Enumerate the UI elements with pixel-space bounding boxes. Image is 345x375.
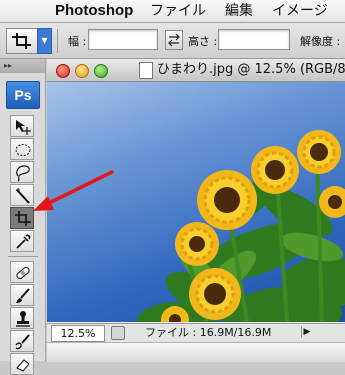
history-brush-icon — [15, 334, 30, 350]
crop-icon — [12, 33, 31, 49]
swap-arrows-icon — [168, 33, 180, 47]
zoom-window-button[interactable] — [94, 64, 108, 78]
document-window: ひまわり.jpg @ 12.5% (RGB/8*) 12.5% ファイル: 1… — [47, 59, 345, 362]
file-size-info: ファイル : 16.9M/16.9M — [145, 326, 272, 339]
height-label: 高さ : — [188, 35, 218, 48]
status-bar: 12.5% ファイル : 16.9M/16.9M ▶ — [47, 323, 345, 342]
document-titlebar[interactable]: ひまわり.jpg @ 12.5% (RGB/8*) — [47, 59, 345, 82]
history-brush-tool[interactable] — [10, 330, 34, 352]
status-info-icon[interactable] — [111, 326, 125, 340]
lasso-icon — [16, 165, 30, 182]
menu-file[interactable]: ファイル — [150, 0, 206, 22]
document-title: ひまわり.jpg @ 12.5% (RGB/8*) — [157, 62, 345, 77]
crop-icon — [15, 211, 31, 226]
menu-image[interactable]: イメージ — [272, 0, 328, 22]
swap-dimensions-button[interactable] — [165, 30, 183, 50]
options-bar: ▼ 幅 : 高さ : 解像度 : — [0, 23, 345, 59]
horizontal-scrollbar[interactable] — [47, 342, 345, 362]
height-field[interactable] — [218, 29, 290, 50]
document-icon — [139, 62, 153, 79]
toolbox-grip[interactable]: ▸▸ — [0, 59, 45, 73]
brush-icon — [16, 288, 30, 303]
width-field[interactable] — [88, 29, 158, 50]
options-divider — [57, 29, 58, 53]
eraser-icon — [16, 359, 30, 372]
close-window-button[interactable] — [56, 64, 70, 78]
eraser-tool[interactable] — [10, 353, 34, 375]
status-menu-arrow-icon[interactable]: ▶ — [301, 326, 312, 338]
bandage-icon — [16, 266, 30, 280]
image-canvas[interactable] — [47, 82, 345, 322]
sunflower-photo — [137, 130, 345, 322]
menu-edit[interactable]: 編集 — [225, 0, 253, 22]
toolbox-divider — [8, 256, 38, 257]
stamp-icon — [16, 311, 30, 327]
clone-stamp-tool[interactable] — [10, 307, 34, 329]
eyedropper-tool[interactable] — [10, 230, 34, 252]
marquee-tool[interactable] — [10, 138, 34, 160]
brush-tool[interactable] — [10, 284, 34, 306]
healing-brush-tool[interactable] — [10, 261, 34, 283]
app-menu[interactable]: Photoshop — [55, 0, 133, 22]
magic-wand-tool[interactable] — [10, 184, 34, 206]
elliptical-marquee-icon — [15, 144, 31, 156]
width-label: 幅 : — [68, 35, 87, 48]
magic-wand-icon — [16, 188, 30, 204]
move-icon — [16, 120, 31, 135]
chevron-down-icon[interactable]: ▼ — [37, 28, 52, 54]
toolbox-panel: ▸▸ Ps — [0, 59, 46, 375]
minimize-window-button[interactable] — [75, 64, 89, 78]
lasso-tool[interactable] — [10, 161, 34, 183]
menu-bar: Photoshop ファイル 編集 イメージ — [0, 0, 345, 23]
move-tool[interactable] — [10, 115, 34, 137]
tool-preset-picker[interactable] — [6, 28, 38, 54]
zoom-level-field[interactable]: 12.5% — [51, 325, 105, 342]
resolution-label: 解像度 : — [300, 35, 341, 48]
crop-tool[interactable] — [10, 207, 34, 229]
photoshop-logo[interactable]: Ps — [6, 81, 40, 109]
eyedropper-icon — [16, 234, 31, 249]
